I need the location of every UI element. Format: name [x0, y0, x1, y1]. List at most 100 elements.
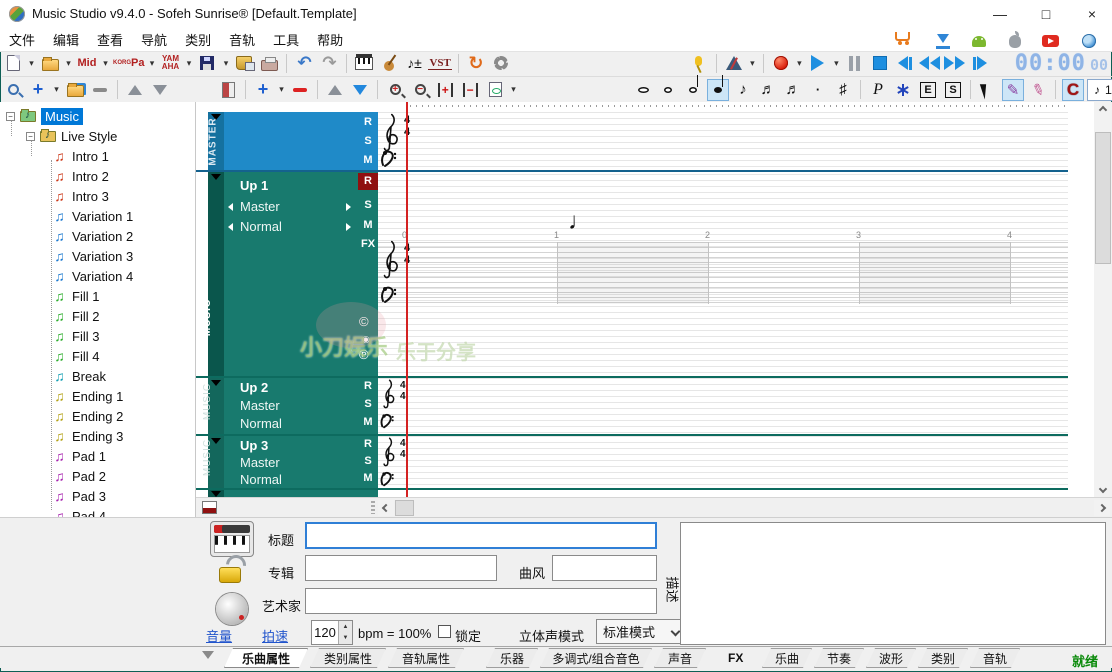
- pedal-button[interactable]: P: [867, 79, 889, 101]
- rewind-button[interactable]: [919, 52, 941, 74]
- up3-mute-button[interactable]: M: [358, 472, 378, 484]
- snap-magnet-button[interactable]: C: [1062, 79, 1084, 101]
- add-item-button[interactable]: +: [27, 79, 49, 101]
- tab-list-dropdown[interactable]: [202, 651, 214, 659]
- open-file-button[interactable]: [39, 52, 61, 74]
- stereo-mode-select[interactable]: 标准模式: [596, 619, 686, 644]
- album-input[interactable]: [305, 555, 497, 581]
- up2-mute-button[interactable]: M: [358, 416, 378, 428]
- tree-item-ending-3[interactable]: ♫Ending 3: [52, 426, 123, 446]
- collapse-expander-icon[interactable]: −: [6, 112, 15, 121]
- add-item-dropdown[interactable]: [52, 79, 61, 101]
- tree-item-variation-1[interactable]: ♫Variation 1: [52, 206, 133, 226]
- tree-item-fill-2[interactable]: ♫Fill 2: [52, 306, 99, 326]
- export-audio-button[interactable]: [233, 52, 255, 74]
- scroll-left-arrow[interactable]: [378, 500, 394, 516]
- measure-button[interactable]: [217, 79, 239, 101]
- tree-item-pad-4[interactable]: ♫Pad 4: [52, 506, 106, 517]
- playhead-line[interactable]: [406, 102, 408, 497]
- print-button[interactable]: [258, 52, 280, 74]
- expression-button[interactable]: E: [917, 79, 939, 101]
- menu-navigate[interactable]: 导航: [132, 28, 176, 51]
- collapse-grid-button[interactable]: −: [459, 79, 481, 101]
- title-input[interactable]: [305, 522, 657, 549]
- piano-keyboard-button[interactable]: [353, 52, 375, 74]
- tree-item-variation-4[interactable]: ♫Variation 4: [52, 266, 133, 286]
- scroll-up-arrow[interactable]: [1094, 102, 1112, 118]
- pause-button[interactable]: [844, 52, 866, 74]
- up2-solo-button[interactable]: S: [358, 398, 378, 410]
- tree-item-fill-3[interactable]: ♫Fill 3: [52, 326, 99, 346]
- split-view-icon[interactable]: [202, 501, 217, 514]
- next-source-arrow-icon[interactable]: [346, 203, 351, 211]
- tree-item-ending-1[interactable]: ♫Ending 1: [52, 386, 123, 406]
- up3-mode-label[interactable]: Normal: [240, 472, 282, 487]
- up3-track-header[interactable]: Up 3 Master Normal: [224, 436, 378, 488]
- up1-fx-button[interactable]: FX: [358, 238, 378, 250]
- master-mute-button[interactable]: M: [358, 154, 378, 166]
- menu-category[interactable]: 类别: [176, 28, 220, 51]
- remove-item-button[interactable]: [89, 79, 111, 101]
- half-note-button[interactable]: [682, 79, 704, 101]
- menu-edit[interactable]: 编辑: [44, 28, 88, 51]
- fast-forward-button[interactable]: [944, 52, 966, 74]
- globe-icon[interactable]: [1080, 32, 1098, 48]
- tree-item-fill-1[interactable]: ♫Fill 1: [52, 286, 99, 306]
- menu-view[interactable]: 查看: [88, 28, 132, 51]
- cluster-button[interactable]: [892, 79, 914, 101]
- transpose-note-button[interactable]: ♪±: [403, 52, 425, 74]
- up3-record-button[interactable]: R: [358, 438, 378, 450]
- double-whole-note-button[interactable]: [632, 79, 654, 101]
- zoom-out-button[interactable]: −: [409, 79, 431, 101]
- expand-grid-button[interactable]: +: [434, 79, 456, 101]
- eighth-note-button[interactable]: ♪: [732, 79, 754, 101]
- quarter-note-button[interactable]: [707, 79, 729, 101]
- tempo-spinner[interactable]: 120 ▲▼: [311, 620, 353, 645]
- move-up-button[interactable]: [124, 79, 146, 101]
- mid-dropdown[interactable]: [101, 52, 110, 74]
- tree-item-variation-2[interactable]: ♫Variation 2: [52, 226, 133, 246]
- time-ruler[interactable]: [410, 105, 1068, 107]
- guitar-button[interactable]: [378, 52, 400, 74]
- microphone-button[interactable]: [688, 52, 710, 74]
- minimize-button[interactable]: —: [985, 4, 1015, 24]
- undo-button[interactable]: [293, 52, 315, 74]
- play-dropdown[interactable]: [832, 52, 841, 74]
- up3-source-label[interactable]: Master: [240, 455, 280, 470]
- vertical-scroll-thumb[interactable]: [1095, 132, 1111, 264]
- add-folder-button[interactable]: [64, 79, 86, 101]
- up2-mode-label[interactable]: Normal: [240, 416, 282, 431]
- whole-note-button[interactable]: [657, 79, 679, 101]
- tree-item-music-root[interactable]: − Music: [6, 106, 83, 126]
- vst-plugins-button[interactable]: VST: [428, 52, 451, 74]
- tab-category-properties[interactable]: 类别属性: [310, 648, 386, 668]
- add-measure-button[interactable]: +: [252, 79, 274, 101]
- collapse-expander-icon[interactable]: −: [26, 132, 35, 141]
- tab-waveform[interactable]: 波形: [866, 648, 916, 668]
- tab-category[interactable]: 类别: [918, 648, 968, 668]
- android-icon[interactable]: [970, 32, 988, 48]
- sixteenth-note-button[interactable]: ♬: [757, 79, 779, 101]
- tree-item-ending-2[interactable]: ♫Ending 2: [52, 406, 123, 426]
- refresh-button[interactable]: [465, 52, 487, 74]
- close-button[interactable]: ×: [1077, 4, 1107, 24]
- metronome-dropdown[interactable]: [748, 52, 757, 74]
- collapse-track-icon[interactable]: [211, 174, 221, 180]
- tree-item-intro-2[interactable]: ♫Intro 2: [52, 166, 109, 186]
- download-icon[interactable]: [934, 32, 952, 48]
- step-back-button[interactable]: [894, 52, 916, 74]
- tree-item-intro-3[interactable]: ♫Intro 3: [52, 186, 109, 206]
- save-button[interactable]: [196, 52, 218, 74]
- scroll-down-arrow[interactable]: [1094, 481, 1112, 497]
- redo-button[interactable]: [318, 52, 340, 74]
- eraser-button[interactable]: [1027, 79, 1049, 101]
- new-file-dropdown[interactable]: [27, 52, 36, 74]
- up1-record-button-active[interactable]: R: [358, 173, 378, 190]
- find-button[interactable]: [2, 79, 24, 101]
- up1-mute-button[interactable]: M: [358, 219, 378, 231]
- tree-item-variation-3[interactable]: ♫Variation 3: [52, 246, 133, 266]
- thirtysecond-note-button[interactable]: ♬: [782, 79, 804, 101]
- genre-input[interactable]: [552, 555, 657, 581]
- next-mode-arrow-icon[interactable]: [346, 223, 351, 231]
- tree-item-break[interactable]: ♫Break: [52, 366, 106, 386]
